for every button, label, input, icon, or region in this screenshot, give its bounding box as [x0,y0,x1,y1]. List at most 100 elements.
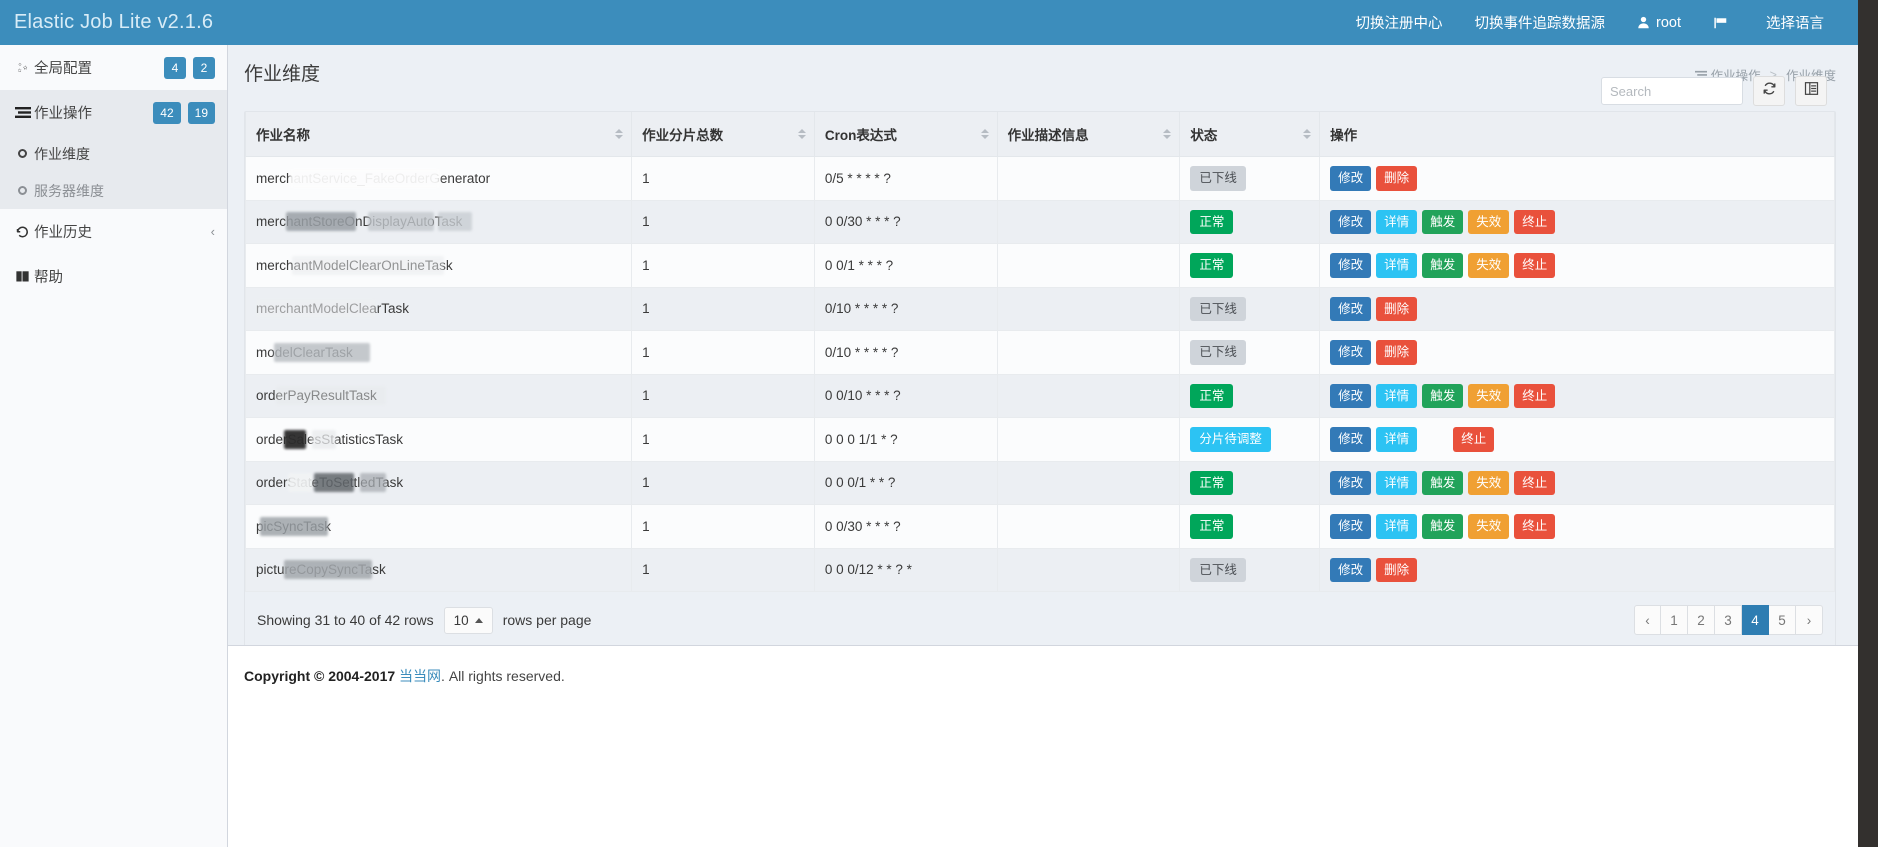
pagination-next-button[interactable]: › [1796,605,1823,635]
cell-operations: 修改 详情 触发 失效 终止 [1319,460,1835,505]
sidebar-item-help-label: 帮助 [34,270,63,286]
edit-button[interactable]: 修改 [1330,427,1372,452]
footer-link[interactable]: 当当网 [399,668,441,684]
cell-description [996,286,1181,331]
sidebar-item-server-dimension[interactable]: 服务器维度 [0,172,227,209]
history-icon [14,225,31,239]
jobs-table-card: 作业名称 作业分片总数 Cron表达式 作业描述信息 [244,76,1836,650]
page-footer: Copyright © 2004-2017 当当网. All rights re… [228,645,1858,847]
col-header-job-name-label: 作业名称 [256,128,310,143]
nav-user-menu[interactable]: root [1621,0,1697,45]
pagination-prev-button[interactable]: ‹ [1634,605,1661,635]
cell-shard-count: 1 [631,504,815,549]
pagination-page-4[interactable]: 4 [1742,605,1769,635]
edit-button[interactable]: 修改 [1330,557,1372,582]
sort-icon [980,129,989,139]
pagination-page-2[interactable]: 2 [1688,605,1715,635]
cell-job-name: pictureCopySyncTask [244,547,633,592]
action-button-group: 修改 详情 触发 失效 终止 [1330,209,1824,234]
terminate-button[interactable]: 终止 [1453,427,1495,452]
disable-button[interactable]: 失效 [1468,470,1510,495]
nav-user-label: root [1656,14,1681,31]
cell-description [996,330,1181,375]
pagination-page-1[interactable]: 1 [1661,605,1688,635]
col-header-status[interactable]: 状态 [1179,112,1321,157]
delete-button[interactable]: 删除 [1376,296,1418,321]
badge-job-operation-1: 42 [153,101,181,124]
detail-button[interactable]: 详情 [1376,427,1418,452]
redaction-overlay [256,299,376,319]
delete-button[interactable]: 删除 [1376,340,1418,365]
table-row: merchantService_FakeOrderGenerator 1 0/5 *… [244,156,1835,201]
detail-button[interactable]: 详情 [1376,209,1418,234]
detail-button[interactable]: 详情 [1376,470,1418,495]
circle-icon [18,186,27,195]
terminate-button[interactable]: 终止 [1514,514,1556,539]
columns-toggle-button[interactable] [1795,76,1827,106]
cell-job-name: merchantStoreOnDisplayAutoTask [244,199,633,244]
disable-button[interactable]: 失效 [1468,253,1510,278]
trigger-button[interactable]: 触发 [1422,514,1464,539]
status-badge: 已下线 [1190,296,1246,321]
detail-button[interactable]: 详情 [1376,514,1418,539]
trigger-button[interactable]: 触发 [1422,470,1464,495]
edit-button[interactable]: 修改 [1330,340,1372,365]
terminate-button[interactable]: 终止 [1514,253,1556,278]
sidebar-item-job-history[interactable]: 作业历史 ‹ [0,209,227,254]
terminate-button[interactable]: 终止 [1514,383,1556,408]
chevron-left-icon: ‹ [210,224,215,239]
trigger-button[interactable]: 触发 [1422,209,1464,234]
table-row: orderSalesStatisticsTask 1 0 0 0 1/1 * ? 分片… [244,417,1835,462]
trigger-button[interactable]: 触发 [1422,253,1464,278]
cell-job-name: orderSalesStatisticsTask [244,417,633,462]
edit-button[interactable]: 修改 [1330,514,1372,539]
disable-button[interactable]: 失效 [1468,209,1510,234]
nav-switch-event-trace-datasource[interactable]: 切换事件追踪数据源 [1459,0,1622,45]
cell-description [996,373,1181,418]
col-header-description[interactable]: 作业描述信息 [996,112,1181,157]
rows-per-page-select[interactable]: 10 [443,606,493,634]
search-input[interactable] [1601,77,1743,105]
edit-button[interactable]: 修改 [1330,383,1372,408]
cell-job-name: orderPayResultTask [244,373,633,418]
redaction-overlay [438,212,472,232]
pagination-info: Showing 31 to 40 of 42 rows 10 rows per … [257,606,591,634]
sidebar-item-global-config[interactable]: 全局配置 4 2 [0,45,227,90]
col-header-shard-count[interactable]: 作业分片总数 [631,112,815,157]
table-header-row: 作业名称 作业分片总数 Cron表达式 作业描述信息 状态 操作 [244,112,1835,157]
nav-switch-registry-center[interactable]: 切换注册中心 [1340,0,1459,45]
edit-button[interactable]: 修改 [1330,209,1372,234]
trigger-button[interactable]: 触发 [1422,383,1464,408]
detail-button[interactable]: 详情 [1376,383,1418,408]
terminate-button[interactable]: 终止 [1514,470,1556,495]
cell-status: 已下线 [1179,330,1321,375]
nav-select-language[interactable]: 选择语言 [1750,0,1840,45]
edit-button[interactable]: 修改 [1330,470,1372,495]
cell-shard-count: 1 [631,460,815,505]
disable-button[interactable]: 失效 [1468,514,1510,539]
sidebar-item-global-config-label: 全局配置 [34,61,92,77]
pagination-page-5[interactable]: 5 [1769,605,1796,635]
cell-operations: 修改 删除 [1319,547,1835,592]
nav-flag-menu[interactable] [1697,0,1750,45]
cell-shard-count: 1 [631,243,815,288]
edit-button[interactable]: 修改 [1330,253,1372,278]
col-header-cron[interactable]: Cron表达式 [813,112,998,157]
sidebar-item-job-operation[interactable]: 作业操作 42 19 [0,90,227,135]
edit-button[interactable]: 修改 [1330,296,1372,321]
terminate-button[interactable]: 终止 [1514,209,1556,234]
redaction-overlay [314,473,354,493]
disable-button[interactable]: 失效 [1468,383,1510,408]
edit-button[interactable]: 修改 [1330,166,1372,191]
detail-button[interactable]: 详情 [1376,253,1418,278]
status-badge: 正常 [1190,383,1234,408]
refresh-button[interactable] [1753,76,1785,106]
app-brand[interactable]: Elastic Job Lite v2.1.6 [0,0,228,45]
table-row: merchantModelClearOnLineTask 1 0 0/1 * * *… [244,243,1835,288]
sidebar-item-job-dimension[interactable]: 作业维度 [0,135,227,172]
delete-button[interactable]: 删除 [1376,166,1418,191]
sidebar-item-help[interactable]: 帮助 [0,254,227,299]
col-header-job-name[interactable]: 作业名称 [244,112,633,157]
pagination-page-3[interactable]: 3 [1715,605,1742,635]
delete-button[interactable]: 删除 [1376,557,1418,582]
